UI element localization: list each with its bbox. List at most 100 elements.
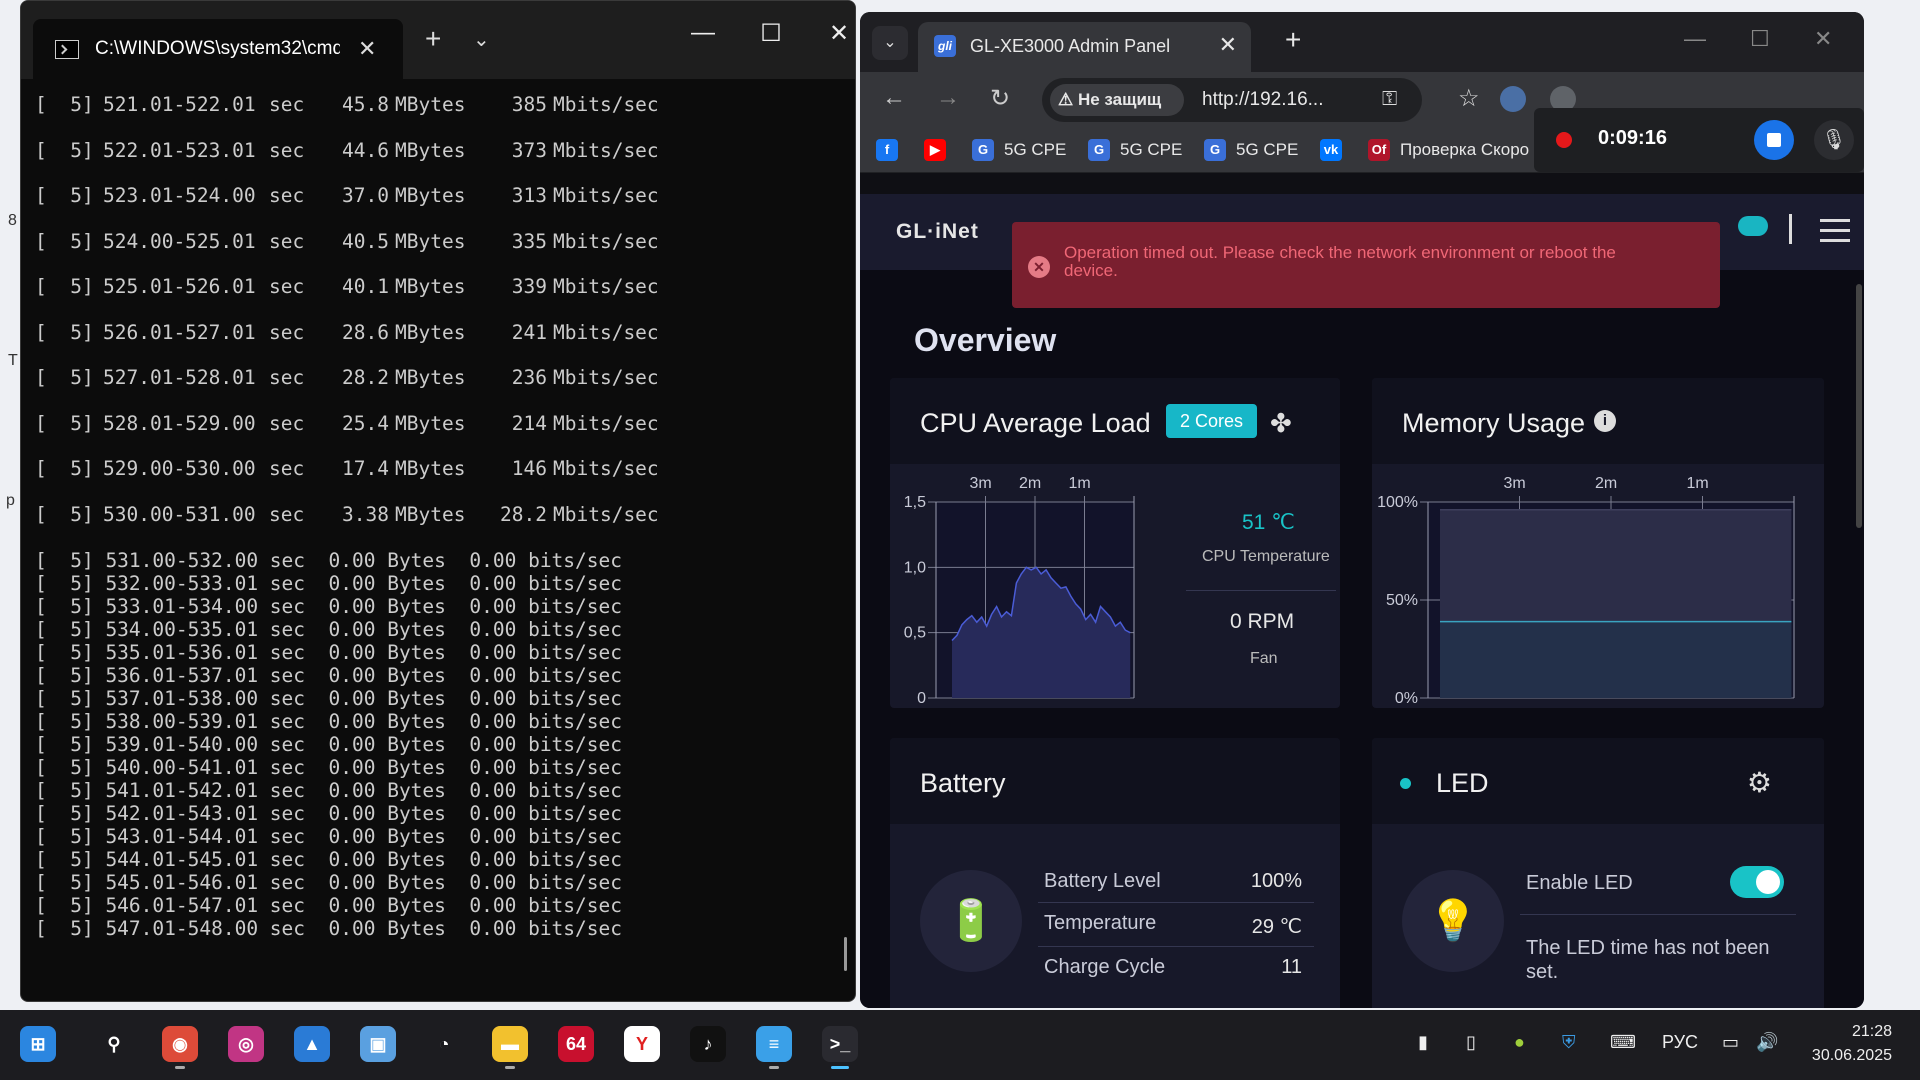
terminal-line: [ 5] 537.01-538.00 sec 0.00 Bytes 0.00 b… [35, 687, 622, 710]
cloud-icon[interactable] [1738, 216, 1768, 236]
terminal-line: [ 5] [35, 411, 94, 435]
hamburger-menu-icon[interactable] [1820, 212, 1850, 249]
glinet-icon: G [1204, 139, 1226, 161]
close-window-button[interactable]: ✕ [819, 19, 855, 48]
bookmark-item[interactable]: Of Проверка Скоро [1368, 138, 1529, 162]
scrollbar[interactable] [844, 937, 847, 971]
instagram-icon[interactable]: ◎ [228, 1026, 264, 1062]
terminal-line: [ 5] [35, 93, 94, 116]
browser-tab[interactable]: gli GL-XE3000 Admin Panel ✕ [918, 22, 1251, 72]
photos-icon[interactable]: ▲ [294, 1026, 330, 1062]
terminal-line: 28.2 [342, 366, 389, 389]
search-icon[interactable]: ⚲ [96, 1026, 132, 1062]
back-icon[interactable]: ← [882, 84, 906, 112]
minimize-button[interactable]: — [683, 19, 723, 47]
y-tick-label: 1,5 [904, 494, 926, 511]
stop-recording-button[interactable] [1754, 120, 1794, 160]
chevron-down-icon[interactable]: ⌄ [473, 27, 490, 52]
terminal-line: Mbits/sec [553, 320, 659, 344]
terminal-line: sec [269, 502, 305, 526]
close-window-button[interactable]: ✕ [1814, 26, 1832, 52]
terminal-line: [ 5] 538.00-539.01 sec 0.00 Bytes 0.00 b… [35, 710, 622, 733]
terminal-line: [ 5] [35, 229, 94, 253]
page-scrollbar[interactable] [1856, 284, 1862, 528]
gear-icon[interactable]: ⚙ [1747, 766, 1772, 799]
enable-led-toggle[interactable] [1730, 866, 1784, 898]
keyboard-icon[interactable]: ⌨ [1610, 1032, 1636, 1053]
chrome-icon[interactable]: ◉ [162, 1026, 198, 1062]
terminal-line: MBytes [395, 93, 466, 116]
minimize-button[interactable]: — [1684, 26, 1706, 52]
new-tab-button[interactable]: + [425, 23, 441, 55]
terminal-icon[interactable]: >_ [822, 1026, 858, 1062]
fan-icon[interactable]: ✤ [1270, 408, 1292, 439]
security-shield-icon[interactable]: ⛨ [1562, 1032, 1576, 1053]
maximize-button[interactable]: ☐ [1750, 26, 1770, 52]
memory-usage-chart: 100% 50% 0% 3m 2m 1m [1377, 475, 1795, 707]
bookmark-item[interactable]: ▶ [924, 138, 956, 162]
notepad-icon[interactable]: ≡ [756, 1026, 792, 1062]
volume-icon[interactable]: 🔊 [1756, 1032, 1778, 1053]
mic-muted-icon[interactable]: 🎙 [1814, 120, 1854, 160]
close-tab-icon[interactable]: ✕ [1219, 32, 1237, 58]
not-secure-indicator[interactable]: ⚠ Не защищ [1050, 84, 1184, 116]
battery-card-title: Battery [920, 768, 1006, 798]
recording-time: 0:09:16 [1598, 127, 1667, 149]
cpu-card: CPU Average Load 2 Cores ✤ 1,5 1,0 0,5 0 3m 2… [890, 378, 1340, 708]
app-tray-icon[interactable]: ● [1514, 1032, 1525, 1053]
terminal-line: Mbits/sec [553, 184, 659, 207]
key-icon[interactable]: ⚿ [1382, 88, 1397, 111]
maximize-button[interactable]: ☐ [751, 19, 791, 48]
new-tab-button[interactable]: + [1285, 24, 1301, 56]
x-tick-label: 1m [1687, 475, 1709, 492]
control-panel-icon[interactable]: ▣ [360, 1026, 396, 1062]
terminal-line: 25.4 [342, 411, 389, 435]
terminal-line: [ 5] 536.01-537.01 sec 0.00 Bytes 0.00 b… [35, 664, 622, 687]
divider [1038, 946, 1314, 947]
address-bar[interactable]: ⚠ Не защищ http://192.16... ⚿ [1042, 78, 1422, 122]
divider [1520, 914, 1796, 915]
error-icon: ✕ [1028, 256, 1050, 278]
bookmark-item[interactable]: G 5G CPE [1204, 138, 1298, 162]
clipboard-icon[interactable]: ▯ [1466, 1032, 1476, 1053]
x-tick-label: 3m [970, 475, 992, 492]
tab-search-button[interactable]: ⌄ [872, 26, 908, 60]
terminal-line: 335 [511, 229, 547, 253]
start-icon[interactable]: ⊞ [20, 1026, 56, 1062]
bookmark-item[interactable]: G 5G CPE [1088, 138, 1182, 162]
terminal-output[interactable]: [ 5] 521.01-522.01 sec 45.8 MBytes 385 Mbits/s… [21, 79, 855, 1001]
language-indicator[interactable]: РУС [1662, 1032, 1698, 1053]
network-icon[interactable]: ▭ [1722, 1032, 1739, 1053]
terminal-line: 241 [511, 320, 547, 344]
clock[interactable]: 21:28 30.06.2025 [1812, 1020, 1892, 1068]
page-title: Overview [914, 322, 1057, 358]
aida64-icon[interactable]: 64 [558, 1026, 594, 1062]
tiktok-icon[interactable]: ♪ [690, 1026, 726, 1062]
glinet-icon: G [972, 139, 994, 161]
screen-recorder-bar: 0:09:16 🎙 [1534, 108, 1864, 172]
terminal-line: Mbits/sec [553, 502, 659, 526]
reload-icon[interactable]: ↻ [990, 84, 1010, 113]
close-tab-icon[interactable]: ✕ [358, 36, 376, 62]
terminal-line: [ 5] 541.01-542.01 sec 0.00 Bytes 0.00 b… [35, 779, 622, 802]
terminal-line: Mbits/sec [553, 457, 659, 480]
cmd-tab[interactable]: C:\WINDOWS\system32\cmd.e ✕ [33, 19, 403, 79]
y-tick-label: 1,0 [904, 559, 926, 576]
terminal-line: sec [269, 366, 305, 389]
running-indicator [175, 1066, 185, 1069]
yandex-browser-icon[interactable]: Y [624, 1026, 660, 1062]
glinet-logo[interactable]: GL·iNet [896, 220, 979, 244]
file-explorer-icon[interactable]: ▬ [492, 1026, 528, 1062]
bookmark-item[interactable]: vk [1320, 138, 1352, 162]
cpu-temperature-label: CPU Temperature [1202, 548, 1330, 565]
bookmark-item[interactable]: G 5G CPE [972, 138, 1066, 162]
extension-icon[interactable] [1500, 86, 1526, 112]
forward-icon[interactable]: → [936, 84, 960, 112]
info-icon[interactable]: i [1594, 410, 1616, 432]
bookmark-item[interactable]: f [876, 138, 908, 162]
usb-icon[interactable]: ▮ [1418, 1032, 1428, 1053]
bookmark-star-icon[interactable]: ☆ [1458, 84, 1480, 113]
error-toast[interactable]: ✕ Operation timed out. Please check the … [1012, 222, 1720, 308]
terminal-line: 385 [511, 93, 547, 116]
speedometer-icon[interactable]: ◔ [426, 1026, 462, 1062]
